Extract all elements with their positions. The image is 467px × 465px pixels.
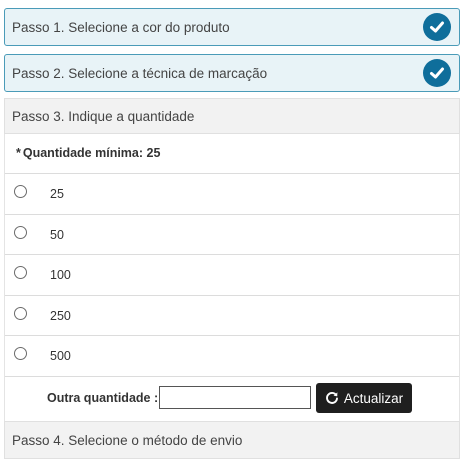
step-1-header[interactable]: Passo 1. Selecione a cor do produto (4, 8, 460, 46)
update-button[interactable]: Actualizar (316, 383, 412, 413)
quantity-option-label: 250 (50, 308, 71, 323)
quantity-option-label: 50 (50, 227, 64, 242)
quantity-radio[interactable] (14, 307, 27, 320)
quantity-option-row[interactable]: 100 (5, 254, 459, 294)
other-quantity-input[interactable] (159, 386, 311, 409)
quantity-option-row[interactable]: 250 (5, 295, 459, 335)
minimum-quantity-note: * Quantidade mínima: 25 (16, 146, 160, 160)
other-quantity-label: Outra quantidade : (47, 391, 159, 405)
quantity-radio[interactable] (14, 347, 27, 360)
quantity-option-row[interactable]: 500 (5, 335, 459, 375)
check-circle-icon (423, 13, 451, 41)
required-star: * (16, 146, 21, 160)
step-4-header[interactable]: Passo 4. Selecione o método de envio (4, 421, 460, 459)
quantity-option-label: 25 (50, 186, 64, 201)
quantity-option-label: 500 (50, 348, 71, 363)
other-quantity-row: Outra quantidade : Actualizar (5, 376, 459, 420)
quantity-panel: * Quantidade mínima: 25 25 50 100 250 500… (4, 134, 460, 421)
step-4-label: Passo 4. Selecione o método de envio (12, 432, 243, 448)
quantity-radio[interactable] (14, 226, 27, 239)
step-2-label: Passo 2. Selecione a técnica de marcação (12, 65, 268, 81)
step-3-header[interactable]: Passo 3. Indique a quantidade (4, 98, 460, 134)
quantity-option-label: 100 (50, 267, 71, 282)
step-2-header[interactable]: Passo 2. Selecione a técnica de marcação (4, 54, 460, 92)
minimum-quantity-label: Quantidade mínima: 25 (22, 146, 161, 160)
quantity-option-row[interactable]: 25 (5, 173, 459, 213)
update-button-label: Actualizar (343, 390, 404, 406)
step-1-label: Passo 1. Selecione a cor do produto (12, 19, 230, 35)
check-circle-icon (423, 59, 451, 87)
step-3-label: Passo 3. Indique a quantidade (12, 108, 195, 124)
refresh-icon (325, 392, 338, 404)
quantity-option-row[interactable]: 50 (5, 214, 459, 254)
quantity-radio[interactable] (14, 266, 27, 279)
quantity-radio[interactable] (14, 185, 27, 198)
